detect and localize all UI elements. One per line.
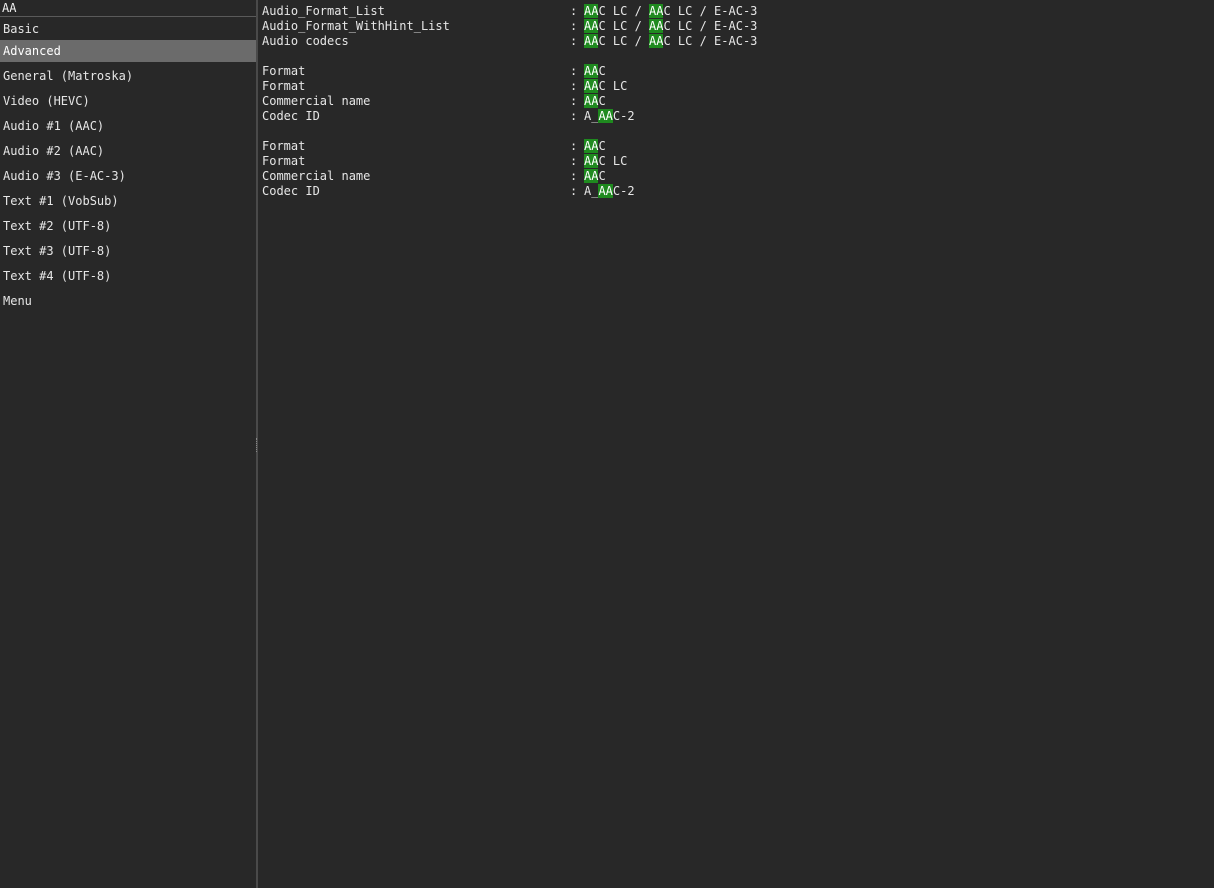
info-key: Audio_Format_List bbox=[262, 4, 385, 18]
details-panel: Audio_Format_List: AAC LC / AAC LC / E-AC… bbox=[262, 0, 1214, 888]
search-match-highlight: AA bbox=[584, 94, 599, 108]
info-key: Format bbox=[262, 139, 306, 153]
info-value: AAC bbox=[584, 94, 606, 108]
info-separator: : bbox=[570, 109, 578, 123]
sidebar-item-audio-2-aac[interactable]: Audio #2 (AAC) bbox=[0, 140, 256, 162]
sidebar-item-advanced[interactable]: Advanced bbox=[0, 40, 256, 62]
search-input[interactable] bbox=[0, 0, 256, 17]
search-match-highlight: AA bbox=[649, 19, 664, 33]
search-match-highlight: AA bbox=[584, 139, 599, 153]
splitter-grip-icon[interactable] bbox=[256, 438, 258, 452]
info-key: Format bbox=[262, 79, 306, 93]
info-separator: : bbox=[570, 64, 578, 78]
info-separator: : bbox=[570, 94, 578, 108]
search-match-highlight: AA bbox=[584, 154, 599, 168]
info-separator: : bbox=[570, 4, 578, 18]
sidebar-item-audio-3-e-ac-3[interactable]: Audio #3 (E-AC-3) bbox=[0, 165, 256, 187]
info-value: AAC LC / AAC LC / E-AC-3 bbox=[584, 19, 758, 33]
info-value: A_AAC-2 bbox=[584, 109, 635, 123]
info-value: AAC bbox=[584, 139, 606, 153]
info-separator: : bbox=[570, 154, 578, 168]
sidebar-item-menu[interactable]: Menu bbox=[0, 290, 256, 312]
search-match-highlight: AA bbox=[584, 64, 599, 78]
search-match-highlight: AA bbox=[598, 184, 613, 198]
info-value: AAC LC / AAC LC / E-AC-3 bbox=[584, 34, 758, 48]
info-key: Codec ID bbox=[262, 184, 320, 198]
info-key: Codec ID bbox=[262, 109, 320, 123]
sidebar-item-text-4-utf-8[interactable]: Text #4 (UTF-8) bbox=[0, 265, 256, 287]
info-key: Commercial name bbox=[262, 94, 371, 108]
sidebar-item-text-1-vobsub[interactable]: Text #1 (VobSub) bbox=[0, 190, 256, 212]
info-value: A_AAC-2 bbox=[584, 184, 635, 198]
info-key: Format bbox=[262, 64, 306, 78]
info-value: AAC bbox=[584, 169, 606, 183]
search-match-highlight: AA bbox=[584, 79, 599, 93]
info-value: AAC LC bbox=[584, 79, 628, 93]
info-key: Format bbox=[262, 154, 306, 168]
search-match-highlight: AA bbox=[584, 169, 599, 183]
search-match-highlight: AA bbox=[584, 19, 599, 33]
info-value: AAC LC / AAC LC / E-AC-3 bbox=[584, 4, 758, 18]
info-separator: : bbox=[570, 19, 578, 33]
info-key: Commercial name bbox=[262, 169, 371, 183]
sidebar-item-basic[interactable]: Basic bbox=[0, 18, 256, 40]
search-match-highlight: AA bbox=[649, 4, 664, 18]
info-separator: : bbox=[570, 34, 578, 48]
info-separator: : bbox=[570, 184, 578, 198]
sidebar-item-general-matroska[interactable]: General (Matroska) bbox=[0, 65, 256, 87]
search-match-highlight: AA bbox=[584, 4, 599, 18]
search-match-highlight: AA bbox=[649, 34, 664, 48]
info-key: Audio_Format_WithHint_List bbox=[262, 19, 450, 33]
sidebar-item-audio-1-aac[interactable]: Audio #1 (AAC) bbox=[0, 115, 256, 137]
sidebar-item-text-3-utf-8[interactable]: Text #3 (UTF-8) bbox=[0, 240, 256, 262]
search-match-highlight: AA bbox=[598, 109, 613, 123]
info-value: AAC bbox=[584, 64, 606, 78]
info-key: Audio codecs bbox=[262, 34, 349, 48]
sidebar-item-video-hevc[interactable]: Video (HEVC) bbox=[0, 90, 256, 112]
sidebar-item-text-2-utf-8[interactable]: Text #2 (UTF-8) bbox=[0, 215, 256, 237]
info-separator: : bbox=[570, 169, 578, 183]
info-separator: : bbox=[570, 139, 578, 153]
search-match-highlight: AA bbox=[584, 34, 599, 48]
info-value: AAC LC bbox=[584, 154, 628, 168]
stream-sidebar: BasicAdvanced General (Matroska) Video (HE… bbox=[0, 0, 256, 888]
info-separator: : bbox=[570, 79, 578, 93]
